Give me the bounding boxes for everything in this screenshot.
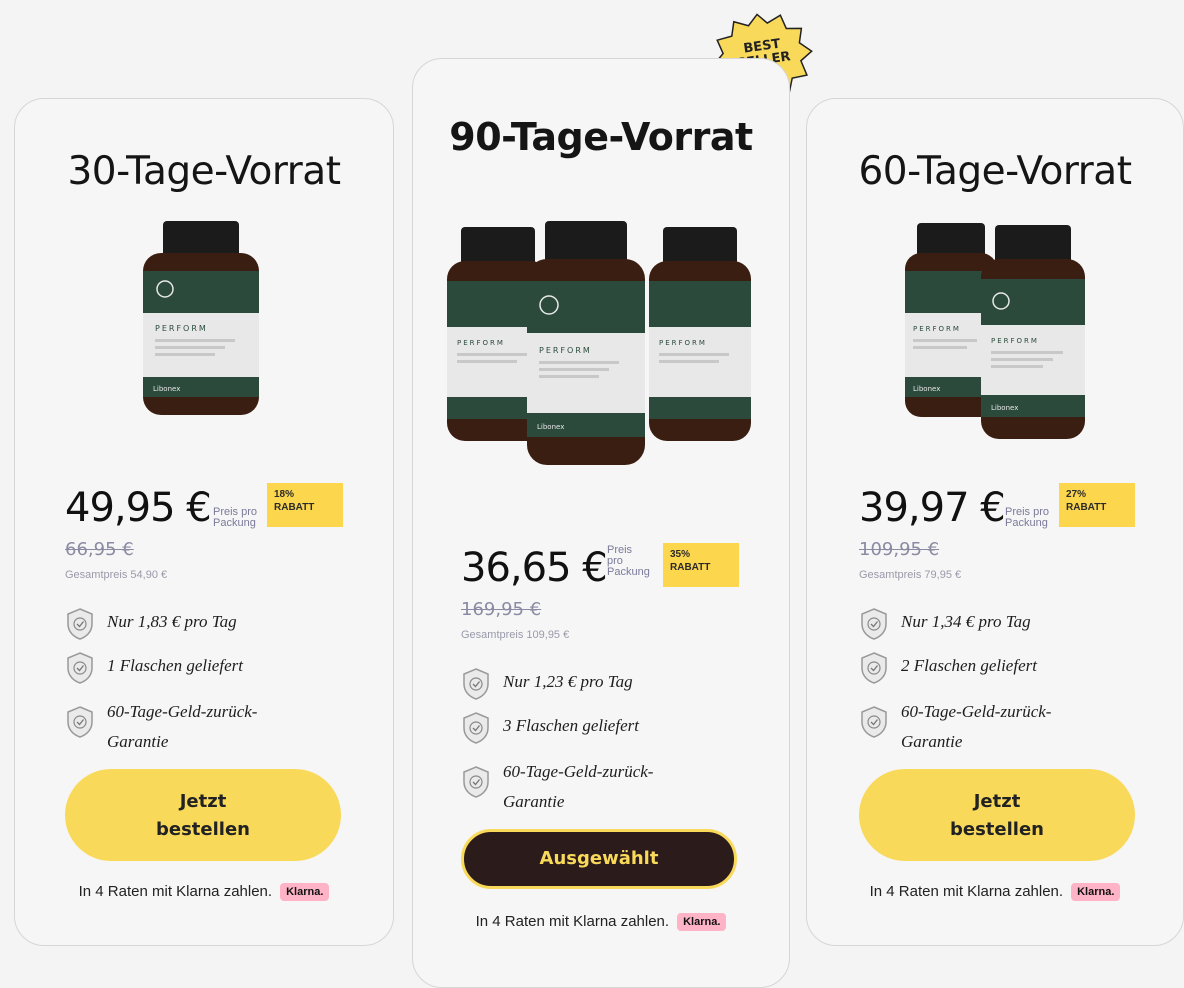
- feature-item: 3 Flaschen geliefert: [461, 711, 761, 757]
- bottle-image: PERFORM Libonex: [981, 225, 1085, 439]
- klarna-info: In 4 Raten mit Klarna zahlen. Klarna.: [807, 883, 1183, 901]
- bottle-maker: Libonex: [991, 404, 1018, 412]
- total-price: Gesamtpreis 109,95 €: [461, 629, 570, 641]
- feature-text: 3 Flaschen geliefert: [503, 716, 639, 735]
- plan-title: 90-Tage-Vorrat: [449, 115, 753, 159]
- klarna-text: In 4 Raten mit Klarna zahlen.: [869, 883, 1064, 900]
- old-price: 66,95 €: [65, 539, 134, 560]
- klarna-logo: Klarna.: [1071, 883, 1121, 901]
- product-image: PERFORM PERFORM PERFORM Libonex: [413, 219, 789, 469]
- feature-text: 60-Tage-Geld-zurück-Garantie: [503, 762, 654, 811]
- bottle-image: PERFORM Libonex: [527, 221, 645, 465]
- price-unit: Preis pro Packung: [1005, 506, 1050, 529]
- price: 36,65 €: [461, 545, 608, 591]
- plan-card-90[interactable]: 90-Tage-Vorrat PERFORM PERFORM PERFORM L…: [412, 58, 790, 988]
- bottle-brand: PERFORM: [991, 337, 1039, 345]
- shield-check-icon: [861, 706, 887, 738]
- price-row: 49,95 € Preis pro Packung 18% RABATT: [65, 483, 365, 533]
- discount-badge: 35% RABATT: [663, 543, 739, 587]
- feature-text: Nur 1,23 € pro Tag: [503, 672, 633, 691]
- shield-check-icon: [463, 712, 489, 744]
- klarna-text: In 4 Raten mit Klarna zahlen.: [475, 913, 670, 930]
- bottle-image: PERFORM: [649, 227, 751, 441]
- feature-item: 60-Tage-Geld-zurück-Garantie: [859, 697, 1159, 757]
- feature-text: 2 Flaschen geliefert: [901, 656, 1037, 675]
- feature-item: 1 Flaschen geliefert: [65, 651, 365, 697]
- price: 39,97 €: [859, 485, 1006, 531]
- plan-title: 30-Tage-Vorrat: [67, 149, 341, 194]
- klarna-info: In 4 Raten mit Klarna zahlen. Klarna.: [413, 913, 789, 931]
- order-button[interactable]: Jetzt bestellen: [65, 769, 341, 861]
- price-unit: Preis pro Packung: [607, 544, 650, 578]
- feature-item: 60-Tage-Geld-zurück-Garantie: [461, 757, 761, 817]
- plan-card-60[interactable]: 60-Tage-Vorrat PERFORM Libonex PERFORM L…: [806, 98, 1184, 946]
- bottle-maker: Libonex: [153, 385, 180, 393]
- feature-item: 60-Tage-Geld-zurück-Garantie: [65, 697, 365, 757]
- klarna-logo: Klarna.: [280, 883, 330, 901]
- total-price: Gesamtpreis 79,95 €: [859, 569, 962, 581]
- bottle-brand: PERFORM: [457, 339, 505, 347]
- shield-check-icon: [861, 608, 887, 640]
- shield-check-icon: [67, 652, 93, 684]
- selected-button[interactable]: Ausgewählt: [461, 829, 737, 889]
- total-price: Gesamtpreis 54,90 €: [65, 569, 168, 581]
- old-price: 109,95 €: [859, 539, 940, 560]
- price: 49,95 €: [65, 485, 212, 531]
- feature-item: Nur 1,23 € pro Tag: [461, 667, 761, 713]
- old-price: 169,95 €: [461, 599, 542, 620]
- discount-badge: 18% RABATT: [267, 483, 343, 527]
- shield-check-icon: [463, 668, 489, 700]
- product-image: PERFORM Libonex: [15, 219, 393, 419]
- shield-check-icon: [67, 706, 93, 738]
- plan-title: 60-Tage-Vorrat: [858, 149, 1132, 194]
- plan-card-30[interactable]: 30-Tage-Vorrat PERFORM Libonex 49,95 € P…: [14, 98, 394, 946]
- feature-text: 1 Flaschen geliefert: [107, 656, 243, 675]
- feature-item: 2 Flaschen geliefert: [859, 651, 1159, 697]
- price-unit: Preis pro Packung: [213, 506, 258, 529]
- feature-item: Nur 1,83 € pro Tag: [65, 607, 365, 653]
- product-image: PERFORM Libonex PERFORM Libonex: [807, 221, 1183, 443]
- feature-item: Nur 1,34 € pro Tag: [859, 607, 1159, 653]
- feature-text: Nur 1,34 € pro Tag: [901, 612, 1031, 631]
- feature-text: Nur 1,83 € pro Tag: [107, 612, 237, 631]
- order-button[interactable]: Jetzt bestellen: [859, 769, 1135, 861]
- shield-check-icon: [463, 766, 489, 798]
- price-row: 36,65 € Preis pro Packung 35% RABATT: [461, 543, 761, 593]
- bottle-brand: PERFORM: [155, 324, 208, 333]
- bottle-image: PERFORM Libonex: [143, 221, 259, 415]
- klarna-info: In 4 Raten mit Klarna zahlen. Klarna.: [15, 883, 393, 901]
- feature-text: 60-Tage-Geld-zurück-Garantie: [107, 702, 258, 751]
- bottle-maker: Libonex: [913, 385, 940, 393]
- klarna-logo: Klarna.: [677, 913, 727, 931]
- klarna-text: In 4 Raten mit Klarna zahlen.: [78, 883, 273, 900]
- shield-check-icon: [861, 652, 887, 684]
- bottle-maker: Libonex: [537, 423, 564, 431]
- price-row: 39,97 € Preis pro Packung 27% RABATT: [859, 483, 1159, 533]
- discount-badge: 27% RABATT: [1059, 483, 1135, 527]
- bottle-brand: PERFORM: [913, 325, 961, 333]
- shield-check-icon: [67, 608, 93, 640]
- bottle-brand: PERFORM: [659, 339, 707, 347]
- bottle-brand: PERFORM: [539, 346, 592, 355]
- feature-text: 60-Tage-Geld-zurück-Garantie: [901, 702, 1052, 751]
